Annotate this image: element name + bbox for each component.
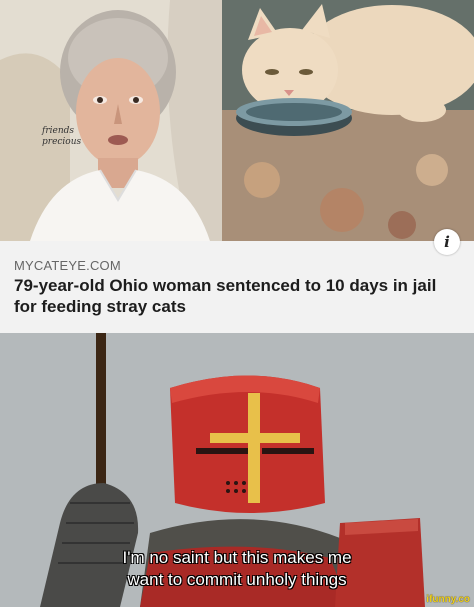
- meme-caption-line1: I'm no saint but this makes me: [122, 548, 352, 567]
- article-info-bar[interactable]: i MYCATEYE.COM 79-year-old Ohio woman se…: [0, 229, 474, 333]
- meme-caption-line2: want to commit unholy things: [127, 570, 347, 589]
- photo-collage: friends precious: [0, 0, 474, 241]
- article-headline[interactable]: 79-year-old Ohio woman sentenced to 10 d…: [14, 275, 454, 317]
- cat-photo-illustration: [222, 0, 474, 241]
- handwriting-note: friends precious: [42, 126, 82, 147]
- woman-photo: friends precious: [0, 0, 222, 241]
- ifunny-watermark: ifunny.co: [426, 594, 470, 605]
- cat-photo: [222, 0, 474, 241]
- info-icon[interactable]: i: [434, 229, 460, 255]
- woman-photo-illustration: [0, 0, 222, 241]
- meme-image: I'm no saint but this makes me want to c…: [0, 333, 474, 607]
- article-source: MYCATEYE.COM: [14, 258, 121, 273]
